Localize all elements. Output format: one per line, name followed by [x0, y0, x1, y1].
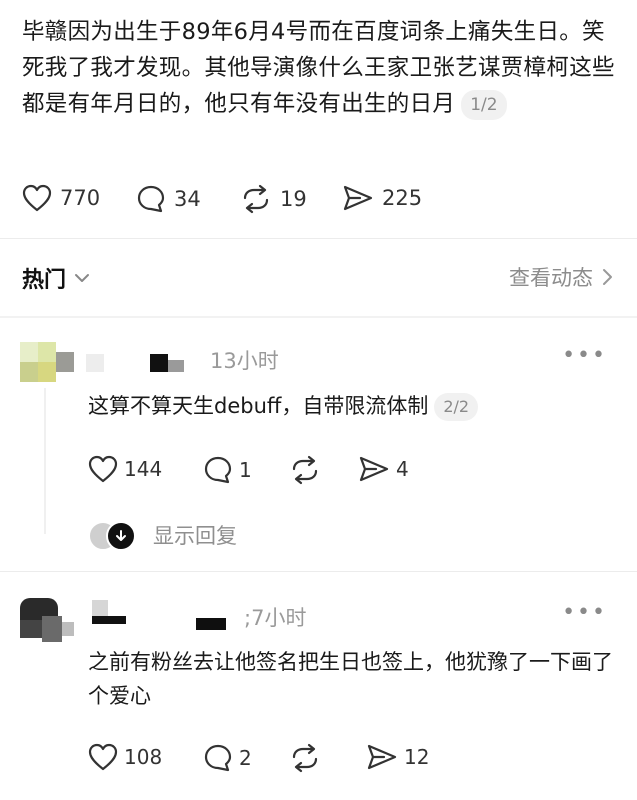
- reply-avatars[interactable]: [88, 519, 136, 551]
- avatar[interactable]: [20, 342, 74, 382]
- like-button[interactable]: 770: [22, 184, 100, 212]
- share-arrow-icon: [359, 456, 389, 482]
- comment-like-button[interactable]: 108: [88, 743, 162, 771]
- comment-reply-button[interactable]: 2: [203, 743, 252, 773]
- divider: [0, 238, 637, 239]
- username-mosaic-block: [86, 354, 104, 372]
- share-count: 225: [382, 186, 423, 210]
- comment-share-count: 12: [404, 745, 430, 769]
- username-redacted[interactable]: [86, 352, 196, 374]
- share-button[interactable]: 225: [342, 184, 422, 212]
- sort-dropdown[interactable]: 热门: [22, 262, 90, 294]
- section-divider: [0, 316, 637, 318]
- expand-replies-icon: [106, 521, 136, 551]
- comment-text: 之前有粉丝去让他签名把生日也签上，他犹豫了一下画了个爱心: [88, 650, 613, 708]
- comment-time: ;7小时: [244, 602, 306, 632]
- username-mosaic-block: [150, 354, 168, 372]
- comment-button[interactable]: 34: [136, 184, 201, 214]
- comment-count: 34: [174, 187, 201, 211]
- username-redacted[interactable]: [92, 600, 242, 634]
- repost-icon: [292, 743, 318, 773]
- comment-like-button[interactable]: 144: [88, 455, 162, 483]
- comment-time-value: 7小时: [251, 606, 307, 630]
- comment-share-count: 4: [396, 457, 409, 481]
- page-indicator[interactable]: 1/2: [461, 89, 507, 120]
- username-mosaic-block: [92, 616, 126, 624]
- repost-icon: [292, 455, 318, 485]
- comment-bubble-icon: [137, 185, 165, 213]
- thread-line: [44, 388, 46, 534]
- comment-reply-count: 2: [239, 746, 252, 770]
- comment-share-button[interactable]: 12: [366, 743, 429, 771]
- comment-reply-button[interactable]: 1: [203, 455, 252, 485]
- post-text: 毕赣因为出生于89年6月4号而在百度词条上痛失生日。笑死我了我才发现。其他导演像…: [22, 19, 615, 117]
- divider: [0, 571, 637, 572]
- repost-count: 19: [280, 187, 307, 211]
- show-replies-link[interactable]: 显示回复: [153, 520, 237, 550]
- post-text-block: 毕赣因为出生于89年6月4号而在百度词条上痛失生日。笑死我了我才发现。其他导演像…: [22, 14, 622, 122]
- chevron-right-icon: [603, 269, 612, 285]
- comment-repost-button[interactable]: [289, 455, 321, 485]
- comment-like-count: 108: [124, 745, 163, 769]
- comment-time: 13小时: [210, 349, 279, 373]
- sort-label: 热门: [22, 268, 67, 293]
- comment-bubble-icon: [204, 456, 232, 484]
- avatar-mosaic-block: [38, 342, 56, 362]
- more-options-icon[interactable]: •••: [562, 343, 607, 368]
- username-mosaic-block: [196, 618, 226, 630]
- page-indicator[interactable]: 2/2: [434, 393, 479, 421]
- comment-reply-count: 1: [239, 458, 252, 482]
- avatar[interactable]: [20, 598, 76, 646]
- share-arrow-icon: [343, 185, 373, 211]
- avatar-mosaic-block: [56, 352, 74, 372]
- avatar-mosaic-block: [20, 620, 42, 638]
- avatar-mosaic-block: [20, 362, 38, 382]
- heart-icon: [88, 455, 118, 483]
- heart-icon: [22, 184, 52, 212]
- like-count: 770: [60, 186, 101, 210]
- chevron-down-icon: [75, 274, 90, 282]
- comment-text-block: 这算不算天生debuff，自带限流体制 2/2: [88, 389, 479, 423]
- username-mosaic-block: [168, 360, 184, 372]
- comment-share-button[interactable]: 4: [358, 455, 409, 483]
- repost-button[interactable]: 19: [240, 184, 307, 214]
- more-options-icon[interactable]: •••: [562, 600, 607, 625]
- heart-icon: [88, 743, 118, 771]
- avatar-mosaic-block: [42, 616, 62, 642]
- comment-bubble-icon: [204, 744, 232, 772]
- view-dynamics-link[interactable]: 查看动态: [509, 262, 613, 292]
- avatar-mosaic-block: [38, 362, 56, 382]
- comment-repost-button[interactable]: [289, 743, 321, 773]
- comment-like-count: 144: [124, 457, 163, 481]
- username-mosaic-block: [92, 600, 108, 616]
- avatar-mosaic-block: [62, 622, 74, 636]
- view-dynamics-label: 查看动态: [509, 266, 593, 290]
- repost-icon: [243, 184, 269, 214]
- avatar-mosaic-block: [20, 342, 38, 362]
- share-arrow-icon: [367, 744, 397, 770]
- comment-text: 这算不算天生debuff，自带限流体制: [88, 394, 429, 418]
